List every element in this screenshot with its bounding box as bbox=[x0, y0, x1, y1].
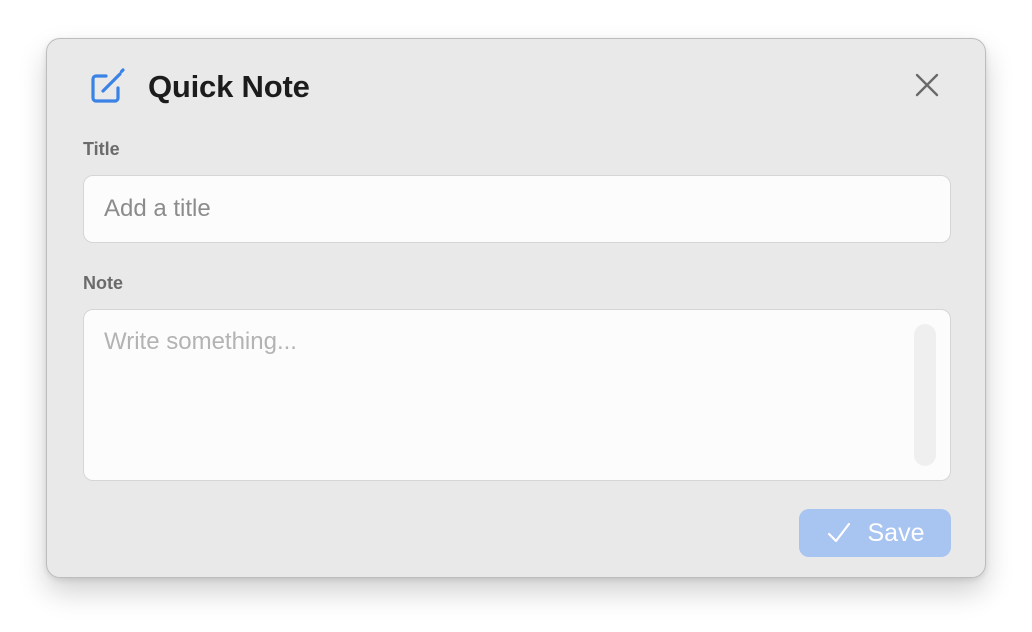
close-icon[interactable] bbox=[914, 72, 940, 103]
quick-note-dialog: Quick Note Title Note Save bbox=[46, 38, 986, 578]
dialog-header: Quick Note bbox=[87, 67, 310, 107]
note-scrollbar[interactable] bbox=[914, 324, 936, 466]
note-field bbox=[83, 309, 951, 481]
checkmark-icon bbox=[826, 520, 852, 546]
close-button[interactable] bbox=[909, 69, 945, 105]
save-button[interactable]: Save bbox=[799, 509, 951, 557]
dialog-title: Quick Note bbox=[148, 69, 310, 104]
note-field-label: Note bbox=[83, 273, 123, 293]
compose-icon bbox=[87, 67, 127, 107]
title-field-label: Title bbox=[83, 139, 120, 159]
note-textarea[interactable] bbox=[84, 310, 904, 480]
save-button-label: Save bbox=[867, 518, 925, 547]
title-input[interactable] bbox=[83, 175, 951, 243]
